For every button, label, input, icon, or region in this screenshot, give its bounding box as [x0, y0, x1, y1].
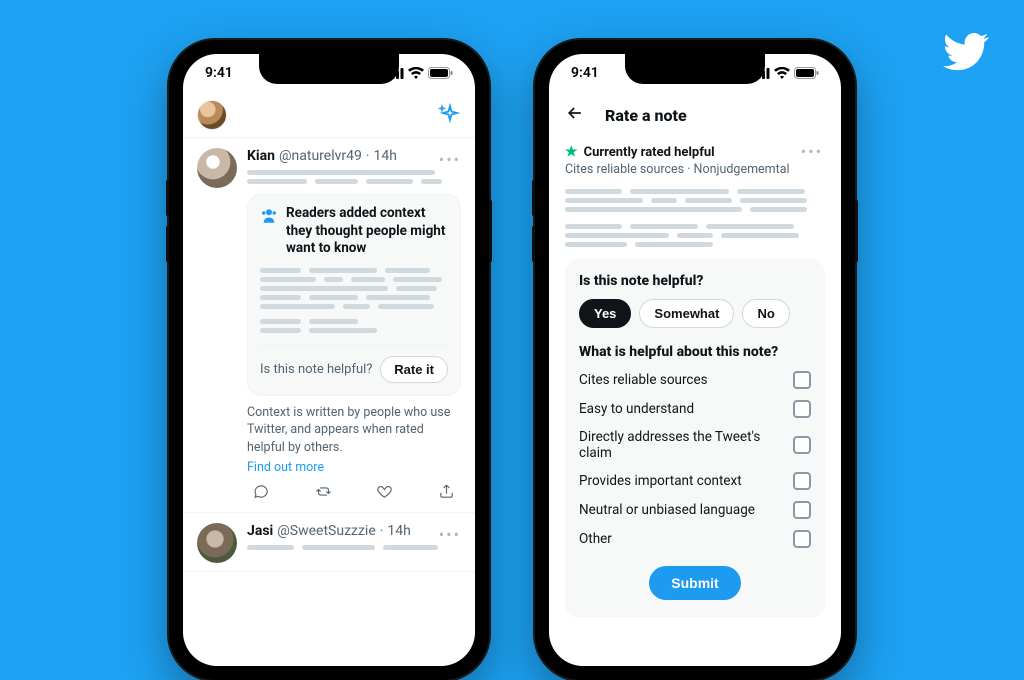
more-icon[interactable]: ••• — [439, 150, 461, 169]
phone-left: 9:41 ••• — [169, 40, 489, 680]
retweet-icon[interactable] — [315, 483, 332, 504]
context-body-placeholder — [260, 268, 448, 333]
tweet-actions — [247, 475, 461, 504]
reply-icon[interactable] — [253, 483, 270, 504]
tweet-time: 14h — [387, 523, 410, 539]
checkbox[interactable] — [793, 371, 811, 389]
context-footer: Context is written by people who use Twi… — [247, 404, 461, 457]
rate-it-button[interactable]: Rate it — [380, 356, 448, 383]
status-time: 9:41 — [571, 65, 599, 81]
check-label: Neutral or unbiased language — [579, 502, 755, 518]
check-label: Provides important context — [579, 473, 742, 489]
submit-button[interactable]: Submit — [649, 566, 740, 600]
back-arrow-icon[interactable] — [565, 103, 585, 128]
tweet-kian[interactable]: ••• Kian @naturelvr49 · 14h — [183, 138, 475, 513]
rate-note-card: Is this note helpful? Yes Somewhat No Wh… — [565, 259, 825, 618]
rated-helpful-sub: Cites reliable sources · Nonjudgememtal — [565, 162, 825, 177]
more-icon[interactable]: ••• — [439, 525, 461, 544]
why-helpful-question: What is helpful about this note? — [579, 344, 811, 360]
status-time: 9:41 — [205, 65, 233, 81]
battery-icon — [794, 67, 819, 79]
check-row[interactable]: Other — [579, 530, 811, 548]
tweet-handle: @SweetSuzzzie — [277, 523, 376, 539]
checkbox[interactable] — [793, 530, 811, 548]
check-label: Easy to understand — [579, 401, 694, 417]
check-row[interactable]: Easy to understand — [579, 400, 811, 418]
checkbox[interactable] — [793, 400, 811, 418]
page-title: Rate a note — [605, 106, 687, 125]
checkbox[interactable] — [793, 472, 811, 490]
like-icon[interactable] — [376, 483, 393, 504]
option-no[interactable]: No — [742, 299, 789, 328]
tweet-avatar[interactable] — [197, 523, 237, 563]
rate-note-header: Rate a note — [549, 92, 841, 138]
tweet-text-placeholder — [247, 545, 461, 550]
rated-helpful-label: Currently rated helpful — [584, 145, 715, 160]
context-title: Readers added context they thought peopl… — [286, 205, 448, 258]
share-icon[interactable] — [438, 483, 455, 504]
tweet-time: 14h — [374, 148, 397, 164]
option-somewhat[interactable]: Somewhat — [639, 299, 734, 328]
tweet-text-placeholder — [247, 170, 461, 184]
check-label: Other — [579, 531, 612, 547]
star-icon: ★ — [565, 144, 578, 160]
wifi-icon — [774, 67, 790, 79]
profile-avatar[interactable] — [197, 100, 227, 130]
notch — [259, 54, 399, 84]
display-name: Kian — [247, 148, 275, 164]
option-yes[interactable]: Yes — [579, 299, 631, 328]
more-icon[interactable]: ••• — [801, 142, 823, 161]
people-icon — [260, 207, 278, 225]
tweet-avatar[interactable] — [197, 148, 237, 188]
battery-icon — [428, 67, 453, 79]
note-text-placeholder — [565, 189, 825, 247]
find-out-more-link[interactable]: Find out more — [247, 460, 324, 475]
check-row[interactable]: Neutral or unbiased language — [579, 501, 811, 519]
helpful-question: Is this note helpful? — [579, 273, 811, 289]
checkbox[interactable] — [793, 501, 811, 519]
sparkle-icon[interactable] — [437, 103, 461, 127]
note-question: Is this note helpful? — [260, 362, 372, 377]
check-label: Directly addresses the Tweet's claim — [579, 429, 793, 461]
checkbox[interactable] — [793, 436, 811, 454]
check-row[interactable]: Cites reliable sources — [579, 371, 811, 389]
check-row[interactable]: Directly addresses the Tweet's claim — [579, 429, 811, 461]
display-name: Jasi — [247, 523, 273, 539]
check-row[interactable]: Provides important context — [579, 472, 811, 490]
tweet-jasi[interactable]: ••• Jasi @SweetSuzzzie · 14h — [183, 513, 475, 572]
notch — [625, 54, 765, 84]
birdwatch-context-card: Readers added context they thought peopl… — [247, 194, 461, 396]
wifi-icon — [408, 67, 424, 79]
check-label: Cites reliable sources — [579, 372, 708, 388]
tweet-handle: @naturelvr49 — [279, 148, 362, 164]
phone-right: 9:41 Rate a note ••• ★ Currently rated h… — [535, 40, 855, 680]
home-top-bar — [183, 92, 475, 138]
